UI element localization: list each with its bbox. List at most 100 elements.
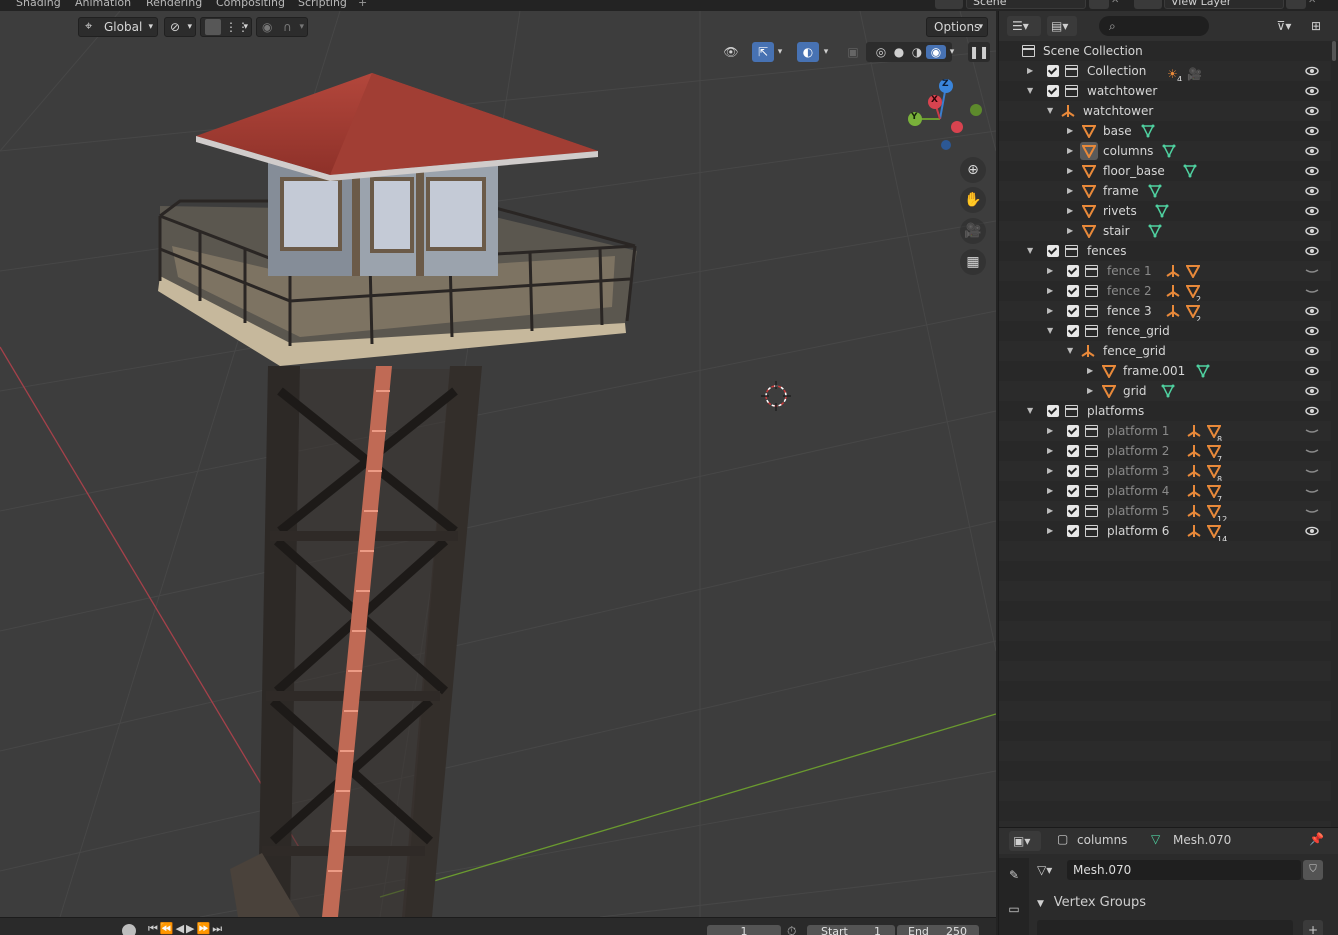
outliner-row[interactable]: ▶ fence 2 2	[999, 281, 1331, 304]
empty-icon[interactable]	[1187, 464, 1207, 480]
editor-type-dropdown[interactable]: ☰▾	[1007, 16, 1041, 36]
expand-right-icon[interactable]: ▶	[1047, 441, 1053, 461]
outliner-row[interactable]: ▶ frame.001	[999, 361, 1331, 381]
mesh-browse-button[interactable]: ▽▾	[1037, 860, 1067, 880]
expand-down-icon[interactable]: ▼	[1027, 81, 1033, 101]
exclude-checkbox[interactable]	[1047, 65, 1059, 77]
new-scene-button[interactable]	[1089, 0, 1109, 9]
expand-right-icon[interactable]: ▶	[1047, 281, 1053, 301]
outliner-row[interactable]: ▶ floor_base	[999, 161, 1331, 181]
expand-right-icon[interactable]: ▶	[1027, 61, 1033, 81]
empty-icon[interactable]	[1187, 504, 1207, 520]
outliner-row[interactable]: ▶ frame	[999, 181, 1331, 201]
expand-right-icon[interactable]: ▶	[1067, 141, 1073, 161]
mesh-object-icon[interactable]: 12	[1206, 504, 1227, 524]
outliner-row[interactable]: ▶ platform 4 7	[999, 481, 1331, 504]
outliner-row[interactable]: ▶ platform 5 12	[999, 501, 1331, 524]
wireframe-shading-icon[interactable]: ◎	[872, 45, 890, 59]
overlays-toggle-icon[interactable]: ◐	[797, 42, 819, 62]
material-shading-icon[interactable]: ◑	[908, 45, 926, 59]
expand-down-icon[interactable]: ▼	[1027, 241, 1033, 261]
mesh-name-field[interactable]: Mesh.070	[1067, 860, 1301, 880]
exclude-checkbox[interactable]	[1067, 285, 1079, 297]
empty-icon[interactable]	[1187, 484, 1207, 500]
tab-rendering[interactable]: Rendering	[146, 0, 202, 11]
expand-right-icon[interactable]: ▶	[1047, 421, 1053, 441]
solid-shading-icon[interactable]: ●	[890, 45, 908, 59]
playback-controls[interactable]: ⏮⏪◀▶⏩⏭	[148, 922, 264, 935]
delete-view-layer-icon[interactable]: ✕	[1308, 0, 1328, 9]
view-layer-field[interactable]: View Layer	[1164, 0, 1284, 9]
mesh-data-icon[interactable]	[1148, 224, 1168, 240]
empty-icon[interactable]	[1187, 444, 1207, 460]
expand-down-icon[interactable]: ▼	[1047, 101, 1053, 121]
outliner-row[interactable]: ▼ fence_grid	[999, 341, 1331, 361]
outliner-row[interactable]: ▶ stair	[999, 221, 1331, 241]
tab-scripting[interactable]: Scripting	[298, 0, 347, 11]
camera-icon[interactable]: 🎥	[1187, 64, 1207, 81]
expand-right-icon[interactable]: ▶	[1047, 301, 1053, 321]
add-vertex-group-button[interactable]: +	[1303, 920, 1323, 935]
exclude-checkbox[interactable]	[1067, 305, 1079, 317]
outliner-row[interactable]: ▶ fence 3 2	[999, 301, 1331, 324]
mesh-object-icon[interactable]: 14	[1206, 524, 1227, 544]
scene-collection-row[interactable]: Scene Collection	[999, 41, 1331, 61]
record-icon[interactable]	[122, 924, 136, 935]
outliner-search-input[interactable]: ⌕	[1099, 16, 1209, 36]
mesh-object-icon[interactable]: 8	[1206, 464, 1227, 484]
expand-down-icon[interactable]: ▼	[1067, 341, 1073, 361]
delete-scene-icon[interactable]: ✕	[1111, 0, 1131, 9]
display-mode-dropdown[interactable]: ▤▾	[1047, 16, 1077, 36]
outliner-row[interactable]: ▶ rivets	[999, 201, 1331, 221]
snap-dropdown[interactable]: ⋮⋮ ▾	[200, 17, 252, 37]
exclude-checkbox[interactable]	[1067, 325, 1079, 337]
expand-right-icon[interactable]: ▶	[1067, 121, 1073, 141]
tool-tab-icon[interactable]: ✎	[1004, 868, 1024, 888]
end-frame-field[interactable]: End 250	[897, 925, 979, 935]
mesh-object-icon[interactable]: 2	[1185, 284, 1206, 304]
empty-icon[interactable]	[1166, 264, 1186, 280]
chevron-down-icon[interactable]: ▾	[944, 42, 960, 62]
mesh-data-icon[interactable]	[1196, 364, 1216, 380]
expand-right-icon[interactable]: ▶	[1067, 221, 1073, 241]
outliner-scrollbar[interactable]	[1332, 41, 1336, 61]
expand-right-icon[interactable]: ▶	[1087, 381, 1093, 401]
tab-animation[interactable]: Animation	[75, 0, 131, 11]
outliner-row[interactable]: ▶ columns	[999, 141, 1331, 161]
light-icon[interactable]: ☀ 4	[1167, 64, 1187, 84]
empty-icon[interactable]	[1187, 424, 1207, 440]
outliner-row[interactable]: ▼ platforms	[999, 401, 1331, 421]
mesh-data-icon[interactable]	[1161, 384, 1181, 400]
empty-icon[interactable]	[1187, 524, 1207, 540]
pan-hand-icon[interactable]: ✋	[960, 187, 986, 213]
outliner-row[interactable]: ▶ fence 1	[999, 261, 1331, 281]
outliner-row[interactable]: ▶ base	[999, 121, 1331, 141]
exclude-checkbox[interactable]	[1067, 465, 1079, 477]
exclude-checkbox[interactable]	[1067, 505, 1079, 517]
outliner-row[interactable]: ▼ fence_grid	[999, 321, 1331, 341]
exclude-checkbox[interactable]	[1067, 425, 1079, 437]
new-collection-icon[interactable]: ⊞	[1305, 16, 1327, 36]
expand-right-icon[interactable]: ▶	[1087, 361, 1093, 381]
mesh-data-icon[interactable]	[1141, 124, 1161, 140]
expand-down-icon[interactable]: ▼	[1047, 321, 1053, 341]
expand-down-icon[interactable]: ▼	[1027, 401, 1033, 421]
mesh-object-icon[interactable]: 7	[1206, 484, 1227, 504]
outliner-row[interactable]: ▼ watchtower	[999, 81, 1331, 101]
expand-right-icon[interactable]: ▶	[1067, 181, 1073, 201]
pin-icon[interactable]: 📌	[1309, 832, 1324, 846]
exclude-checkbox[interactable]	[1047, 85, 1059, 97]
rendered-shading-icon[interactable]: ◉	[926, 45, 946, 59]
expand-right-icon[interactable]: ▶	[1067, 161, 1073, 181]
fake-user-shield-icon[interactable]: ⛉	[1303, 860, 1323, 880]
expand-right-icon[interactable]: ▶	[1047, 261, 1053, 281]
empty-icon[interactable]	[1166, 304, 1186, 320]
pause-render-icon[interactable]: ❚❚	[968, 42, 990, 62]
outliner-row[interactable]: ▶ platform 3 8	[999, 461, 1331, 484]
outliner-row[interactable]: ▶ platform 2 7	[999, 441, 1331, 464]
gizmo-toggle-icon[interactable]: ⇱	[752, 42, 774, 62]
clock-icon[interactable]: ⏱	[787, 924, 796, 935]
perspective-grid-icon[interactable]: ▦	[960, 249, 986, 275]
mesh-data-icon[interactable]	[1162, 144, 1182, 160]
outliner-row[interactable]: ▶ Collection ☀ 4 🎥	[999, 61, 1331, 84]
